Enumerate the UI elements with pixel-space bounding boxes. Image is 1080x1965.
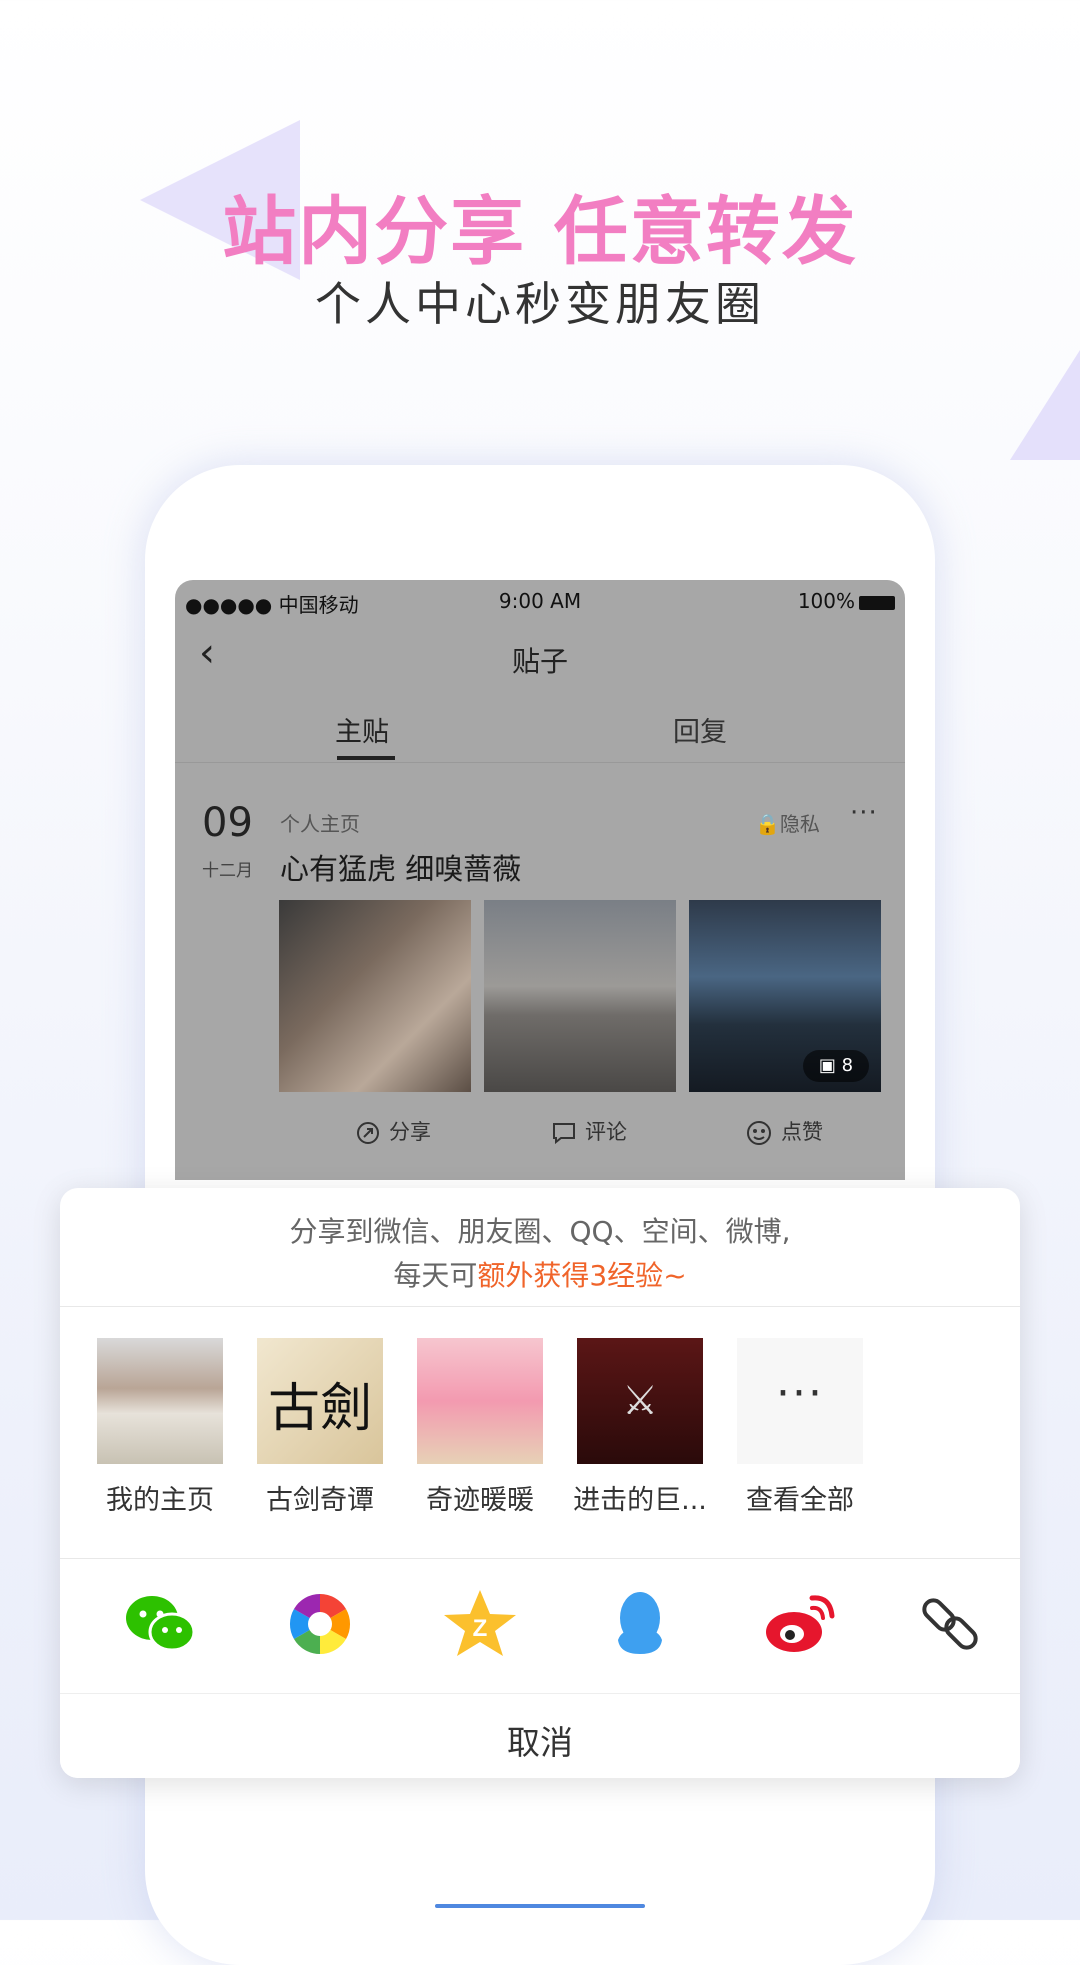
status-battery: 100%	[798, 589, 895, 613]
like-icon	[747, 1121, 771, 1145]
share-target-qijinuannuan[interactable]: 奇迹暖暖	[400, 1338, 560, 1517]
lock-icon: 🔒	[755, 812, 780, 836]
share-target-label: 我的主页	[106, 1485, 214, 1516]
wechat-icon	[126, 1596, 196, 1652]
avatar-gujian-text: 古劍	[267, 1379, 372, 1439]
like-label: 点赞	[781, 1120, 823, 1144]
divider	[60, 1558, 1020, 1559]
share-target-attack-on-titan[interactable]: ⚔ 进击的巨...	[560, 1338, 720, 1517]
share-message-highlight: 额外获得3经验	[477, 1259, 664, 1292]
avatar-attack-on-titan: ⚔	[577, 1338, 703, 1464]
status-time: 9:00 AM	[498, 589, 582, 613]
page-title: 贴子	[511, 645, 568, 678]
nav-bar: ‹ 贴子	[175, 620, 905, 690]
divider	[60, 1306, 1020, 1307]
post-source: 个人主页	[280, 812, 360, 836]
image-count-badge: ▣ 8	[803, 1050, 869, 1082]
post-image-2[interactable]	[484, 900, 676, 1092]
tab-bar: 主贴 回复	[175, 692, 905, 763]
cancel-button[interactable]: 取消	[60, 1716, 1020, 1764]
post-title: 心有猛虎 细嗅蔷薇	[280, 852, 522, 886]
cancel-area: 取消	[60, 1693, 1020, 1778]
post-image-1[interactable]	[279, 900, 471, 1092]
avatar-qijinuannuan	[417, 1338, 543, 1464]
share-target-label: 古剑奇谭	[266, 1485, 374, 1516]
weibo-icon	[766, 1595, 835, 1652]
like-action[interactable]: 点赞	[745, 1116, 823, 1147]
active-tab-indicator	[337, 756, 395, 760]
battery-icon	[859, 595, 895, 610]
view-all-dots: ···	[776, 1368, 824, 1419]
comment-label: 评论	[585, 1120, 627, 1144]
avatar-gujian: 古劍	[257, 1338, 383, 1464]
share-message-suffix: ~	[663, 1259, 687, 1292]
share-action[interactable]: 分享	[355, 1116, 431, 1146]
post-date-day: 09	[202, 800, 253, 846]
share-sheet: 分享到微信、朋友圈、QQ、空间、微博, 每天可额外获得3经验~ 我的主页 古劍 …	[60, 1188, 1020, 1778]
share-message-line2: 每天可额外获得3经验~	[60, 1254, 1020, 1298]
share-label: 分享	[389, 1120, 431, 1144]
share-message: 分享到微信、朋友圈、QQ、空间、微博, 每天可额外获得3经验~	[60, 1210, 1020, 1298]
share-target-label: 奇迹暖暖	[426, 1485, 534, 1516]
privacy-label: 🔒隐私	[755, 808, 820, 837]
svg-text:Z: Z	[473, 1615, 488, 1642]
share-message-prefix: 每天可	[393, 1259, 478, 1292]
phone-screen: ●●●●● 中国移动 9:00 AM 100% ‹ 贴子 主贴 回复 09 十二…	[175, 580, 905, 1180]
share-target-gujian[interactable]: 古劍 古剑奇谭	[240, 1338, 400, 1517]
battery-percent: 100%	[797, 589, 855, 613]
avatar-my-home	[97, 1338, 223, 1464]
decorative-triangle-right	[1010, 350, 1080, 460]
qq-icon	[618, 1592, 662, 1654]
share-target-my-home[interactable]: 我的主页	[80, 1338, 240, 1517]
share-target-label: 进击的巨...	[573, 1485, 707, 1516]
status-bar: ●●●●● 中国移动 9:00 AM 100%	[175, 580, 905, 620]
comment-action[interactable]: 评论	[551, 1116, 627, 1146]
more-icon[interactable]: ···	[850, 798, 878, 828]
share-message-line1: 分享到微信、朋友圈、QQ、空间、微博,	[289, 1215, 791, 1248]
image-count: 8	[841, 1055, 854, 1076]
share-target-view-all[interactable]: ··· 查看全部	[720, 1338, 880, 1517]
promo-headline: 站内分享 任意转发	[222, 189, 858, 275]
view-all-icon: ···	[737, 1338, 863, 1464]
post-date-month: 十二月	[202, 861, 253, 881]
tab-main-post[interactable]: 主贴	[335, 710, 389, 749]
home-indicator	[435, 1904, 645, 1908]
share-target-label: 查看全部	[746, 1485, 854, 1516]
privacy-text: 隐私	[779, 812, 820, 836]
link-icon	[922, 1598, 978, 1650]
qzone-icon: Z	[444, 1590, 516, 1656]
share-icon	[357, 1122, 379, 1144]
comment-icon	[553, 1123, 575, 1145]
promo-subline: 个人中心秒变朋友圈	[315, 277, 765, 331]
tab-reply[interactable]: 回复	[673, 710, 727, 749]
moments-icon	[289, 1594, 351, 1654]
